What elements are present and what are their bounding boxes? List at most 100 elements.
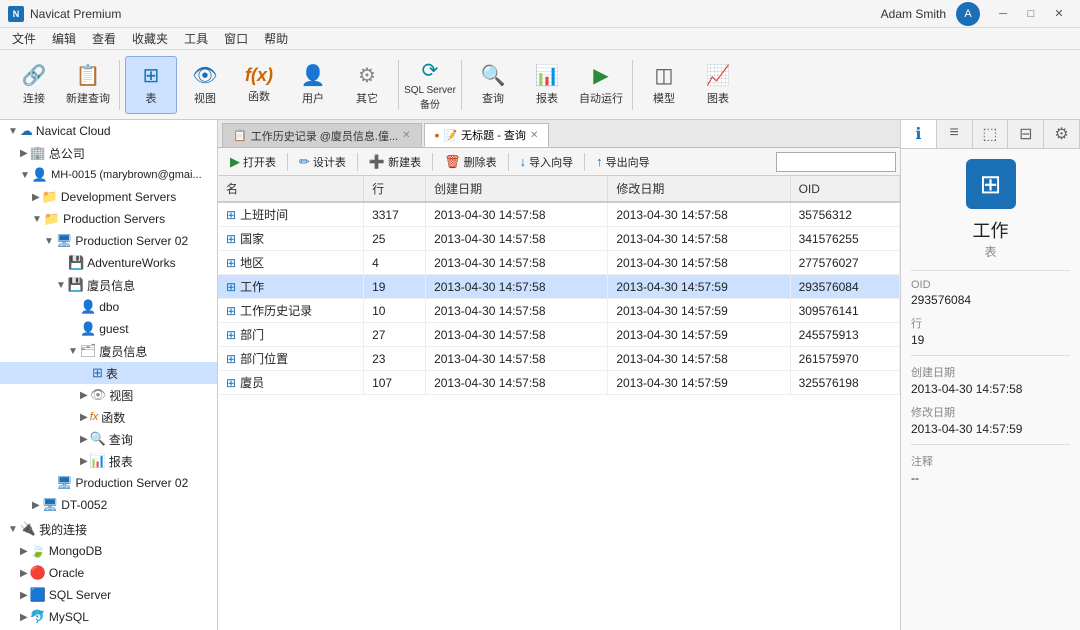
tree-mh0015[interactable]: ▼ 👤 MH-0015 (marybrown@gmai... xyxy=(0,164,217,186)
tree-adventureworks[interactable]: 💾 AdventureWorks xyxy=(0,252,217,274)
tree-functions[interactable]: ▶ fx 函数 xyxy=(0,406,217,428)
design-table-button[interactable]: ✏ 设计表 xyxy=(291,151,354,173)
table-button[interactable]: ⊞ 表 xyxy=(125,56,177,114)
other-button[interactable]: ⚙ 其它 xyxy=(341,56,393,114)
tree-guest[interactable]: 👤 guest xyxy=(0,318,217,340)
expand-arrow-myconn[interactable]: ▼ xyxy=(8,524,18,535)
tree-label-eminfo: 廈员信息 xyxy=(87,277,135,294)
table-row[interactable]: ⊞工作 19 2013-04-30 14:57:58 2013-04-30 14… xyxy=(218,275,900,299)
app-logo: N xyxy=(8,6,24,22)
expand-arrow-mysql[interactable]: ▶ xyxy=(20,612,28,623)
table-row[interactable]: ⊞部门位置 23 2013-04-30 14:57:58 2013-04-30 … xyxy=(218,347,900,371)
expand-arrow-dt0052[interactable]: ▶ xyxy=(32,500,40,511)
search-input[interactable] xyxy=(776,152,896,172)
expand-arrow-ps02[interactable]: ▼ xyxy=(44,236,54,247)
expand-arrow-eminfo-schema[interactable]: ▼ xyxy=(68,346,78,357)
tab-close-workhistory[interactable]: ✕ xyxy=(402,130,410,141)
server-icon-ps02b: 🖥 xyxy=(56,475,73,491)
query-button[interactable]: 🔍 查询 xyxy=(467,56,519,114)
table-row[interactable]: ⊞地区 4 2013-04-30 14:57:58 2013-04-30 14:… xyxy=(218,251,900,275)
view-button[interactable]: 👁 视图 xyxy=(179,56,231,114)
menu-help[interactable]: 帮助 xyxy=(256,28,296,49)
tree-dt0052[interactable]: ▶ 🖥 DT-0052 xyxy=(0,494,217,516)
views-icon: 👁 xyxy=(90,387,107,403)
rp-tab-ddl[interactable]: ≡ xyxy=(937,120,973,148)
tree-dbo[interactable]: 👤 dbo xyxy=(0,296,217,318)
expand-arrow-functions[interactable]: ▶ xyxy=(80,412,88,423)
tree-tables[interactable]: ⊞ 表 xyxy=(0,362,217,384)
tree-views[interactable]: ▶ 👁 视图 xyxy=(0,384,217,406)
expand-arrow-eminfo[interactable]: ▼ xyxy=(56,280,66,291)
table-row[interactable]: ⊞上班时间 3317 2013-04-30 14:57:58 2013-04-3… xyxy=(218,202,900,227)
minimize-button[interactable]: ─ xyxy=(990,4,1016,24)
tree-eminfo[interactable]: ▼ 💾 廈员信息 xyxy=(0,274,217,296)
tree-prodserver02[interactable]: ▼ 🖥 Production Server 02 xyxy=(0,230,217,252)
delete-table-button[interactable]: 🗑 删除表 xyxy=(436,151,505,173)
rp-tab-split[interactable]: ⊟ xyxy=(1008,120,1044,148)
tab-close-query[interactable]: ✕ xyxy=(530,130,538,141)
chart-button[interactable]: 📈 图表 xyxy=(692,56,744,114)
expand-arrow-views[interactable]: ▶ xyxy=(80,390,88,401)
autorun-button[interactable]: ▶ 自动运行 xyxy=(575,56,627,114)
rp-modified-value: 2013-04-30 14:57:59 xyxy=(911,422,1070,436)
model-button[interactable]: ◫ 模型 xyxy=(638,56,690,114)
menu-file[interactable]: 文件 xyxy=(4,28,44,49)
tree-company[interactable]: ▶ 🏢 总公司 xyxy=(0,142,217,164)
new-query-button[interactable]: 📋 新建查询 xyxy=(62,56,114,114)
open-table-button[interactable]: ▶ 打开表 xyxy=(222,151,284,173)
sep4 xyxy=(632,60,633,110)
menu-edit[interactable]: 编辑 xyxy=(44,28,84,49)
expand-arrow-devservers[interactable]: ▶ xyxy=(32,192,40,203)
expand-arrow-queries[interactable]: ▶ xyxy=(80,434,88,445)
menu-view[interactable]: 查看 xyxy=(84,28,124,49)
user-button[interactable]: 👤 用户 xyxy=(287,56,339,114)
expand-arrow-oracle[interactable]: ▶ xyxy=(20,568,28,579)
table-row[interactable]: ⊞国家 25 2013-04-30 14:57:58 2013-04-30 14… xyxy=(218,227,900,251)
tab-query[interactable]: • 📝 无标题 - 查询 ✕ xyxy=(424,123,550,147)
close-button[interactable]: ✕ xyxy=(1046,4,1072,24)
design-table-icon: ✏ xyxy=(299,154,310,170)
tree-prodserver02-b[interactable]: 🖥 Production Server 02 xyxy=(0,472,217,494)
tree-label-navicatcloud: Navicat Cloud xyxy=(36,124,111,138)
app-title: Navicat Premium xyxy=(30,7,121,21)
export-wizard-button[interactable]: ↑ 导出向导 xyxy=(588,151,658,173)
expand-arrow-prodservers[interactable]: ▼ xyxy=(32,214,42,225)
rp-tab-info[interactable]: ℹ xyxy=(901,120,937,148)
menu-window[interactable]: 窗口 xyxy=(216,28,256,49)
expand-arrow-mh0015[interactable]: ▼ xyxy=(20,170,30,181)
tree-eminfo-schema[interactable]: ▼ 🗂 廈员信息 xyxy=(0,340,217,362)
table-row[interactable]: ⊞工作历史记录 10 2013-04-30 14:57:58 2013-04-3… xyxy=(218,299,900,323)
expand-arrow-sqlserver[interactable]: ▶ xyxy=(20,590,28,601)
tree-mongodb[interactable]: ▶ 🍃 MongoDB xyxy=(0,540,217,562)
menu-tools[interactable]: 工具 xyxy=(176,28,216,49)
new-table-button[interactable]: ➕ 新建表 xyxy=(361,151,429,173)
table-row[interactable]: ⊞廈员 107 2013-04-30 14:57:58 2013-04-30 1… xyxy=(218,371,900,395)
tree-navicat-cloud[interactable]: ▼ ☁ Navicat Cloud xyxy=(0,120,217,142)
table-row[interactable]: ⊞部门 27 2013-04-30 14:57:58 2013-04-30 14… xyxy=(218,323,900,347)
tree-mysql[interactable]: ▶ 🐬 MySQL xyxy=(0,606,217,628)
expand-arrow[interactable]: ▼ xyxy=(8,126,18,137)
expand-arrow-mongodb[interactable]: ▶ xyxy=(20,546,28,557)
maximize-button[interactable]: □ xyxy=(1018,4,1044,24)
rp-tab-preview[interactable]: ⬚ xyxy=(973,120,1009,148)
tree-myconnections[interactable]: ▼ 🔌 我的连接 xyxy=(0,518,217,540)
expand-arrow-reports[interactable]: ▶ xyxy=(80,456,88,467)
tree-sqlserver[interactable]: ▶ 🟦 SQL Server xyxy=(0,584,217,606)
tree-prodservers[interactable]: ▼ 📁 Production Servers xyxy=(0,208,217,230)
tab-workhistory[interactable]: 📋 工作历史记录 @廈员信息.僮... ✕ xyxy=(222,123,422,147)
tree-oracle[interactable]: ▶ 🔴 Oracle xyxy=(0,562,217,584)
row-table-icon: ⊞ xyxy=(226,304,236,318)
tree-label-sqlserver: SQL Server xyxy=(49,588,111,602)
rp-tab-settings[interactable]: ⚙ xyxy=(1044,120,1080,148)
expand-arrow[interactable]: ▶ xyxy=(20,148,28,159)
tree-reports[interactable]: ▶ 📊 报表 xyxy=(0,450,217,472)
backup-button[interactable]: ⟳ SQL Server 备份 xyxy=(404,56,456,114)
tree-devservers[interactable]: ▶ 📁 Development Servers xyxy=(0,186,217,208)
tree-queries[interactable]: ▶ 🔍 查询 xyxy=(0,428,217,450)
obj-sep5 xyxy=(584,153,585,171)
import-wizard-button[interactable]: ↓ 导入向导 xyxy=(512,151,582,173)
function-button[interactable]: f(x) 函数 xyxy=(233,56,285,114)
report-button[interactable]: 📊 报表 xyxy=(521,56,573,114)
connect-button[interactable]: 🔗 连接 xyxy=(8,56,60,114)
menu-favorites[interactable]: 收藏夹 xyxy=(124,28,176,49)
